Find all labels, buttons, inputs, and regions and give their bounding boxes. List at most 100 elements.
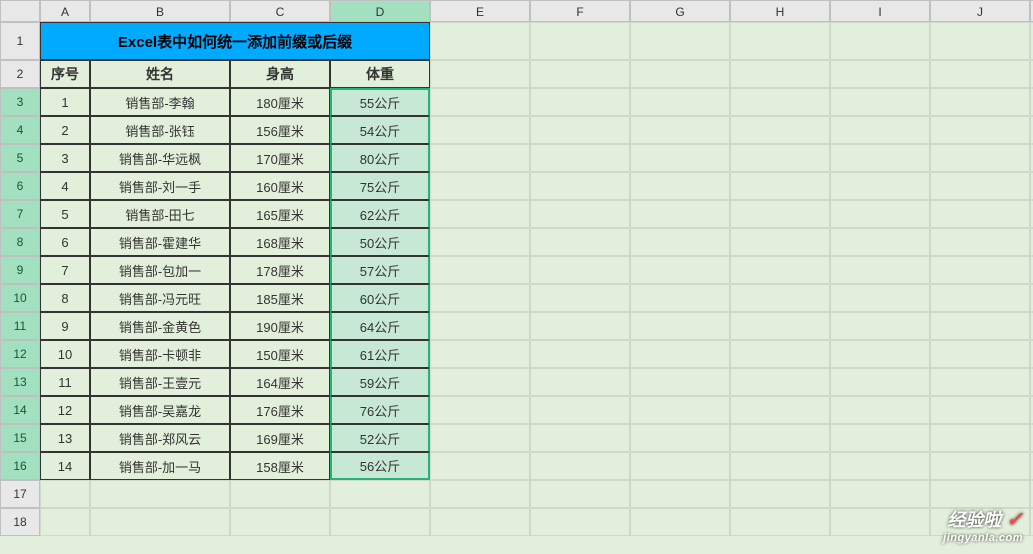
cell-g1[interactable] [630, 22, 730, 60]
row-header-2[interactable]: 2 [0, 60, 40, 88]
col-header-c[interactable]: C [230, 0, 330, 22]
empty-cell[interactable] [930, 116, 1030, 144]
empty-cell[interactable] [730, 144, 830, 172]
empty-cell[interactable] [830, 172, 930, 200]
row-header-10[interactable]: 10 [0, 284, 40, 312]
empty-cell[interactable] [430, 368, 530, 396]
cell-h1[interactable] [730, 22, 830, 60]
cell-num[interactable]: 10 [40, 340, 90, 368]
cell-f1[interactable] [530, 22, 630, 60]
empty-cell[interactable] [430, 88, 530, 116]
empty-cell[interactable] [40, 480, 90, 508]
empty-cell[interactable] [830, 424, 930, 452]
cell-name[interactable]: 销售部-华远枫 [90, 144, 230, 172]
row-header-5[interactable]: 5 [0, 144, 40, 172]
empty-cell[interactable] [730, 88, 830, 116]
empty-cell[interactable] [90, 480, 230, 508]
row-header-7[interactable]: 7 [0, 200, 40, 228]
empty-cell[interactable] [930, 424, 1030, 452]
empty-cell[interactable] [930, 88, 1030, 116]
cell-name[interactable]: 销售部-霍建华 [90, 228, 230, 256]
empty-cell[interactable] [730, 452, 830, 480]
empty-cell[interactable] [930, 200, 1030, 228]
cell-num[interactable]: 2 [40, 116, 90, 144]
empty-cell[interactable] [930, 480, 1030, 508]
empty-cell[interactable] [630, 396, 730, 424]
cell-j1[interactable] [930, 22, 1030, 60]
cell-weight[interactable]: 50公斤 [330, 228, 430, 256]
row-header-4[interactable]: 4 [0, 116, 40, 144]
cell-height[interactable]: 190厘米 [230, 312, 330, 340]
row-header-15[interactable]: 15 [0, 424, 40, 452]
empty-cell[interactable] [430, 312, 530, 340]
cell-num[interactable]: 4 [40, 172, 90, 200]
empty-cell[interactable] [530, 88, 630, 116]
empty-cell[interactable] [930, 228, 1030, 256]
cell-weight[interactable]: 59公斤 [330, 368, 430, 396]
empty-cell[interactable] [730, 228, 830, 256]
cell-height[interactable]: 169厘米 [230, 424, 330, 452]
cell-height[interactable]: 156厘米 [230, 116, 330, 144]
empty-cell[interactable] [530, 144, 630, 172]
cell-num[interactable]: 6 [40, 228, 90, 256]
col-header-g[interactable]: G [630, 0, 730, 22]
empty-cell[interactable] [630, 508, 730, 536]
empty-cell[interactable] [630, 424, 730, 452]
empty-cell[interactable] [730, 172, 830, 200]
row-header-13[interactable]: 13 [0, 368, 40, 396]
cell-weight[interactable]: 75公斤 [330, 172, 430, 200]
cell-name[interactable]: 销售部-包加一 [90, 256, 230, 284]
empty-cell[interactable] [930, 256, 1030, 284]
empty-cell[interactable] [930, 396, 1030, 424]
cell-height[interactable]: 185厘米 [230, 284, 330, 312]
row-header-17[interactable]: 17 [0, 480, 40, 508]
cell-height[interactable]: 158厘米 [230, 452, 330, 480]
empty-cell[interactable] [40, 508, 90, 536]
row-header-18[interactable]: 18 [0, 508, 40, 536]
empty-cell[interactable] [430, 452, 530, 480]
empty-cell[interactable] [730, 256, 830, 284]
empty-cell[interactable] [830, 144, 930, 172]
empty-cell[interactable] [630, 340, 730, 368]
empty-cell[interactable] [830, 256, 930, 284]
title-cell[interactable]: Excel表中如何统一添加前缀或后缀 [40, 22, 430, 60]
cell-i1[interactable] [830, 22, 930, 60]
empty-cell[interactable] [630, 116, 730, 144]
cell-weight[interactable]: 80公斤 [330, 144, 430, 172]
empty-cell[interactable] [830, 284, 930, 312]
empty-cell[interactable] [530, 284, 630, 312]
header-name[interactable]: 姓名 [90, 60, 230, 88]
col-header-a[interactable]: A [40, 0, 90, 22]
empty-cell[interactable] [530, 256, 630, 284]
empty-cell[interactable] [530, 508, 630, 536]
empty-cell[interactable] [830, 452, 930, 480]
empty-cell[interactable] [830, 228, 930, 256]
cell-height[interactable]: 168厘米 [230, 228, 330, 256]
cell-name[interactable]: 销售部-冯元旺 [90, 284, 230, 312]
row-header-16[interactable]: 16 [0, 452, 40, 480]
cell-num[interactable]: 3 [40, 144, 90, 172]
empty-cell[interactable] [730, 368, 830, 396]
cell-name[interactable]: 销售部-卡顿非 [90, 340, 230, 368]
header-weight[interactable]: 体重 [330, 60, 430, 88]
row-header-8[interactable]: 8 [0, 228, 40, 256]
cell-h2[interactable] [730, 60, 830, 88]
empty-cell[interactable] [830, 312, 930, 340]
empty-cell[interactable] [830, 340, 930, 368]
empty-cell[interactable] [930, 312, 1030, 340]
cell-weight[interactable]: 62公斤 [330, 200, 430, 228]
col-header-h[interactable]: H [730, 0, 830, 22]
cell-num[interactable]: 9 [40, 312, 90, 340]
empty-cell[interactable] [730, 200, 830, 228]
cell-num[interactable]: 13 [40, 424, 90, 452]
empty-cell[interactable] [230, 480, 330, 508]
empty-cell[interactable] [530, 228, 630, 256]
empty-cell[interactable] [730, 340, 830, 368]
empty-cell[interactable] [530, 368, 630, 396]
empty-cell[interactable] [530, 312, 630, 340]
col-header-j[interactable]: J [930, 0, 1030, 22]
empty-cell[interactable] [430, 116, 530, 144]
cell-height[interactable]: 176厘米 [230, 396, 330, 424]
cell-name[interactable]: 销售部-田七 [90, 200, 230, 228]
empty-cell[interactable] [530, 424, 630, 452]
